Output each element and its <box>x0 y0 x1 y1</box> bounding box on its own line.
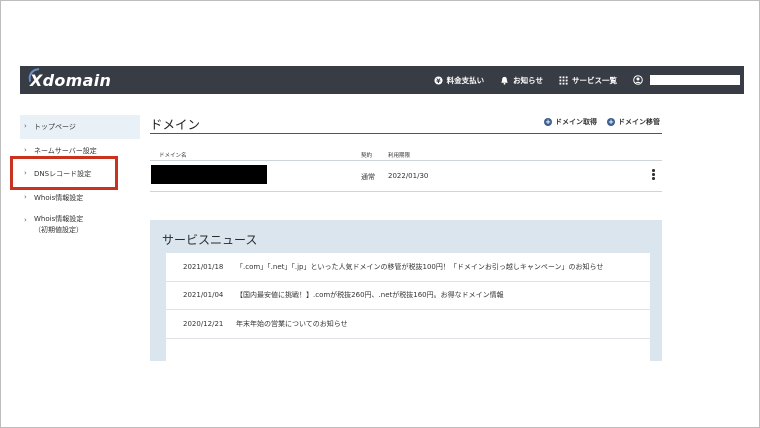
transfer-domain-button[interactable]: + ドメイン移管 <box>607 117 660 127</box>
news-item[interactable]: 2021/01/04 【国内最安値に挑戦！】.comが税抜260円、.netが税… <box>166 282 650 310</box>
column-header-contract: 契約 <box>361 153 373 159</box>
service-news-panel: サービスニュース 2021/01/18 「.com」「.net」「.jp」といっ… <box>150 220 662 361</box>
chevron-right-icon: › <box>24 216 27 224</box>
sidebar-item-sublabel: （初期値設定） <box>34 226 83 234</box>
xdomain-logo[interactable]: Xdomain <box>27 68 112 92</box>
header-nav: ¥ 料金支払い お知らせ サービス一覧 <box>426 66 744 94</box>
news-date: 2021/01/18 <box>183 262 224 271</box>
news-link[interactable]: 【国内最安値に挑戦！】.comが税抜260円、.netが税抜160円。お得なドメ… <box>236 290 504 300</box>
news-link[interactable]: 年末年始の営業についてのお知らせ <box>236 319 348 329</box>
news-date: 2021/01/04 <box>183 291 224 300</box>
sidebar-item-label: Whois情報設定 <box>34 215 84 223</box>
domain-actions: + ドメイン取得 + ドメイン移管 <box>534 117 660 127</box>
row-menu-icon[interactable] <box>652 169 655 181</box>
contract-cell: 通常 <box>361 173 375 181</box>
plus-circle-icon: + <box>607 118 615 126</box>
chevron-right-icon: › <box>24 145 27 154</box>
user-icon <box>633 75 643 85</box>
table-row-divider <box>150 191 662 192</box>
news-date: 2020/12/21 <box>183 319 224 328</box>
news-item[interactable]: 2021/01/18 「.com」「.net」「.jp」といった人気ドメインの移… <box>166 253 650 282</box>
sidebar-item-top[interactable]: › トップページ <box>20 115 140 139</box>
nav-payment[interactable]: ¥ 料金支払い <box>426 66 493 94</box>
chevron-right-icon: › <box>24 122 27 130</box>
transfer-domain-label: ドメイン移管 <box>618 118 660 126</box>
title-divider <box>150 133 662 134</box>
logo-text: Xdomain <box>30 70 112 90</box>
sidebar-item-whois-default[interactable]: › Whois情報設定 （初期値設定） <box>20 209 140 249</box>
dns-highlight-box <box>10 156 118 190</box>
user-name-redacted <box>650 75 740 85</box>
acquire-domain-button[interactable]: + ドメイン取得 <box>544 117 597 127</box>
table-header-divider <box>150 160 662 161</box>
news-item[interactable]: 2020/12/21 年末年始の営業についてのお知らせ <box>166 310 650 339</box>
nav-notice-label: お知らせ <box>513 75 543 85</box>
plus-circle-icon: + <box>544 118 552 126</box>
chevron-right-icon: › <box>24 192 27 201</box>
acquire-domain-label: ドメイン取得 <box>555 118 597 126</box>
nav-notice[interactable]: お知らせ <box>492 66 551 94</box>
sidebar-item-label: トップページ <box>34 123 76 131</box>
news-list: 2021/01/18 「.com」「.net」「.jp」といった人気ドメインの移… <box>166 253 650 361</box>
column-header-domain: ドメイン名 <box>159 153 187 159</box>
expiry-cell: 2022/01/30 <box>388 172 429 180</box>
top-header: Xdomain ¥ 料金支払い お知らせ サービス一覧 <box>20 66 744 94</box>
news-title: サービスニュース <box>162 233 258 247</box>
svg-text:¥: ¥ <box>436 77 441 84</box>
nav-services[interactable]: サービス一覧 <box>551 66 625 94</box>
news-link[interactable]: 「.com」「.net」「.jp」といった人気ドメインの移管が税抜100円！「ド… <box>236 262 603 272</box>
nav-services-label: サービス一覧 <box>572 75 617 85</box>
sidebar-item-label: Whois情報設定 <box>34 193 84 202</box>
nav-user[interactable] <box>625 66 744 94</box>
nav-payment-label: 料金支払い <box>446 75 485 85</box>
grid-icon <box>559 75 568 85</box>
sidebar-item-label-group: Whois情報設定 （初期値設定） <box>34 214 83 236</box>
domain-name-redacted[interactable] <box>151 165 267 184</box>
yen-coin-icon: ¥ <box>434 75 443 84</box>
sidebar-item-label: ネームサーバー設定 <box>34 146 97 155</box>
page-title: ドメイン <box>150 117 201 132</box>
bell-icon <box>501 76 508 85</box>
column-header-expiry: 利用期限 <box>388 153 411 159</box>
